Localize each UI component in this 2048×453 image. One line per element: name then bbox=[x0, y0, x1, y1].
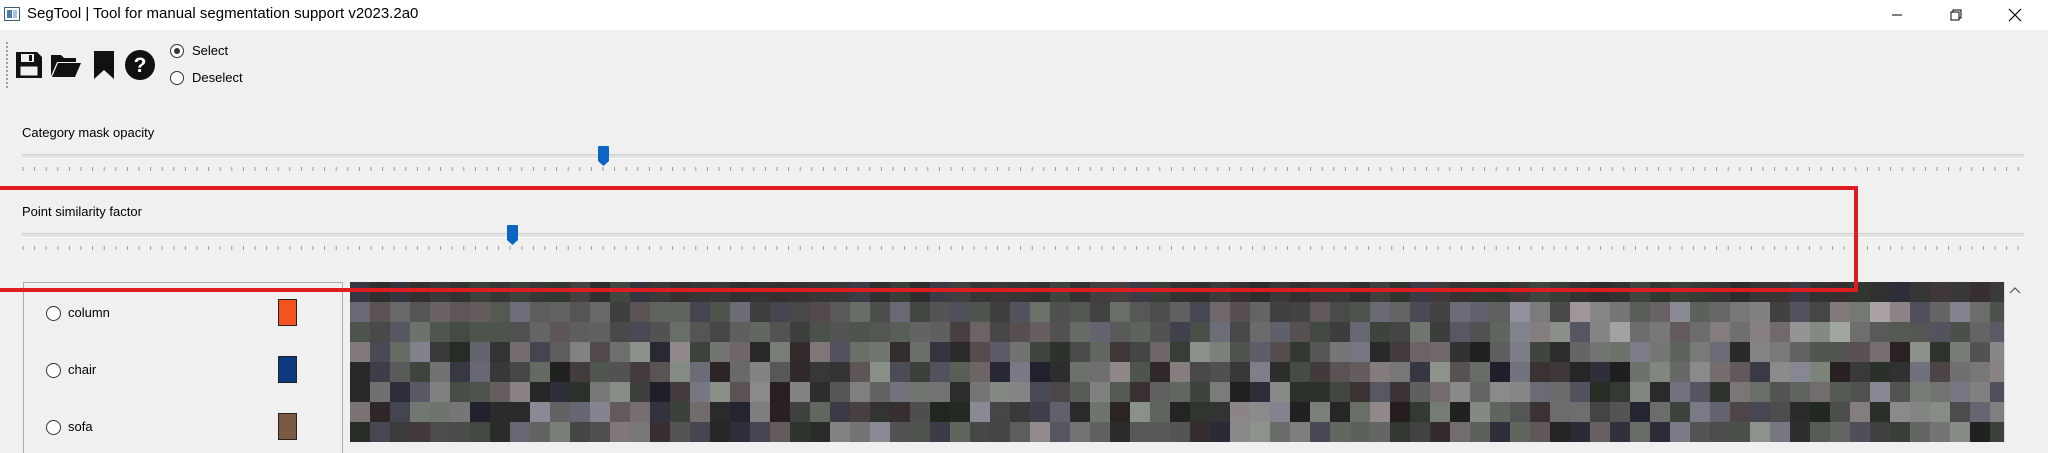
category-label: sofa bbox=[68, 419, 93, 434]
category-item-column[interactable]: column bbox=[24, 298, 342, 328]
highlight-annotation bbox=[0, 186, 1858, 292]
minimize-icon bbox=[1892, 14, 1902, 16]
opacity-slider-handle[interactable] bbox=[597, 146, 609, 166]
title-bar: SegTool | Tool for manual segmentation s… bbox=[0, 0, 2048, 30]
open-folder-icon bbox=[51, 55, 81, 77]
image-canvas[interactable] bbox=[350, 282, 2004, 442]
save-icon bbox=[16, 52, 42, 78]
open-button[interactable] bbox=[50, 49, 82, 81]
category-item-sofa[interactable]: sofa bbox=[24, 412, 342, 442]
category-label: column bbox=[68, 305, 110, 320]
opacity-slider-track[interactable] bbox=[22, 154, 2024, 159]
category-radio[interactable] bbox=[46, 306, 61, 321]
select-radio-indicator[interactable] bbox=[170, 43, 184, 58]
toolbar: ? Select Deselect bbox=[0, 30, 2048, 100]
select-mode-radio[interactable]: Select bbox=[170, 43, 228, 58]
deselect-radio-indicator[interactable] bbox=[170, 70, 184, 85]
category-color-swatch[interactable] bbox=[278, 299, 297, 326]
deselect-mode-radio[interactable]: Deselect bbox=[170, 70, 243, 85]
bookmark-button[interactable] bbox=[88, 49, 120, 81]
category-radio[interactable] bbox=[46, 420, 61, 435]
help-icon: ? bbox=[125, 50, 155, 80]
save-button[interactable] bbox=[13, 49, 45, 81]
close-button[interactable] bbox=[1992, 0, 2038, 30]
bookmark-icon bbox=[94, 51, 114, 79]
deselect-radio-label: Deselect bbox=[192, 70, 243, 85]
category-label: chair bbox=[68, 362, 97, 377]
category-item-chair[interactable]: chair bbox=[24, 355, 342, 385]
toolbar-grip[interactable] bbox=[6, 42, 8, 90]
scroll-up-icon[interactable] bbox=[2005, 282, 2025, 298]
select-radio-label: Select bbox=[192, 43, 229, 58]
window-title: SegTool | Tool for manual segmentation s… bbox=[27, 5, 419, 22]
minimize-button[interactable] bbox=[1874, 0, 1920, 30]
restore-button[interactable] bbox=[1933, 0, 1979, 30]
svg-text:?: ? bbox=[134, 54, 147, 77]
category-color-swatch[interactable] bbox=[278, 356, 297, 383]
category-list: column chair sofa bbox=[23, 282, 343, 453]
image-view[interactable] bbox=[350, 282, 2024, 442]
close-icon bbox=[2008, 8, 2022, 22]
help-button[interactable]: ? bbox=[124, 49, 156, 81]
restore-icon bbox=[1950, 9, 1962, 21]
image-vertical-scrollbar[interactable] bbox=[2004, 282, 2025, 442]
opacity-slider-label: Category mask opacity bbox=[22, 125, 155, 140]
category-radio[interactable] bbox=[46, 363, 61, 378]
app-icon bbox=[4, 7, 20, 21]
opacity-slider-ticks bbox=[22, 167, 2019, 171]
